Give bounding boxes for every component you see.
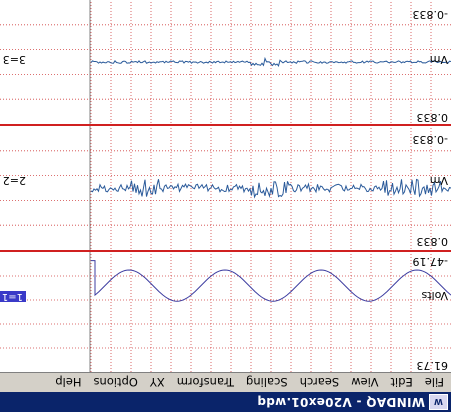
menu-scaling[interactable]: Scaling xyxy=(241,376,295,390)
ch2-top-value: 0.833 xyxy=(416,235,449,248)
ch2-channel-id[interactable]: 2=2 xyxy=(3,174,26,187)
windaq-app-icon: W xyxy=(429,394,448,410)
menu-help[interactable]: Help xyxy=(50,376,88,390)
ch3-bottom-value: -0.833 xyxy=(412,8,448,21)
menu-search[interactable]: Search xyxy=(295,376,347,390)
ch3-unit: Vm xyxy=(429,53,448,66)
window-title: WINDAQ - V20ex01.wdq xyxy=(257,395,425,409)
menu-transform[interactable]: Transform xyxy=(172,376,241,390)
ch1-bottom-value: -47.19 xyxy=(412,255,448,268)
ch2-unit: Vm xyxy=(429,174,448,187)
menu-options[interactable]: Options xyxy=(89,376,145,390)
menu-view[interactable]: View xyxy=(346,376,385,390)
title-bar[interactable]: W WINDAQ - V20ex01.wdq xyxy=(0,392,451,412)
waveform-display[interactable]: 61.73 -47.19 1=1 Volts 0.833 -0.833 2=2 … xyxy=(0,0,451,372)
ch1-unit: Volts xyxy=(421,289,448,302)
ch1-channel-id[interactable]: 1=1 xyxy=(0,291,26,302)
ch3-top-value: 0.833 xyxy=(416,111,449,124)
menu-file[interactable]: File xyxy=(420,376,451,390)
ch3-channel-id[interactable]: 3=3 xyxy=(3,53,26,66)
ch1-top-value: 61.73 xyxy=(416,359,449,372)
menu-bar: File Edit View Search Scaling Transform … xyxy=(0,372,451,392)
windaq-window: W WINDAQ - V20ex01.wdq File Edit View Se… xyxy=(0,0,451,412)
menu-edit[interactable]: Edit xyxy=(385,376,419,390)
ch2-bottom-value: -0.833 xyxy=(412,133,448,146)
waveform-canvas xyxy=(0,0,451,372)
menu-xy[interactable]: XY xyxy=(145,376,172,390)
